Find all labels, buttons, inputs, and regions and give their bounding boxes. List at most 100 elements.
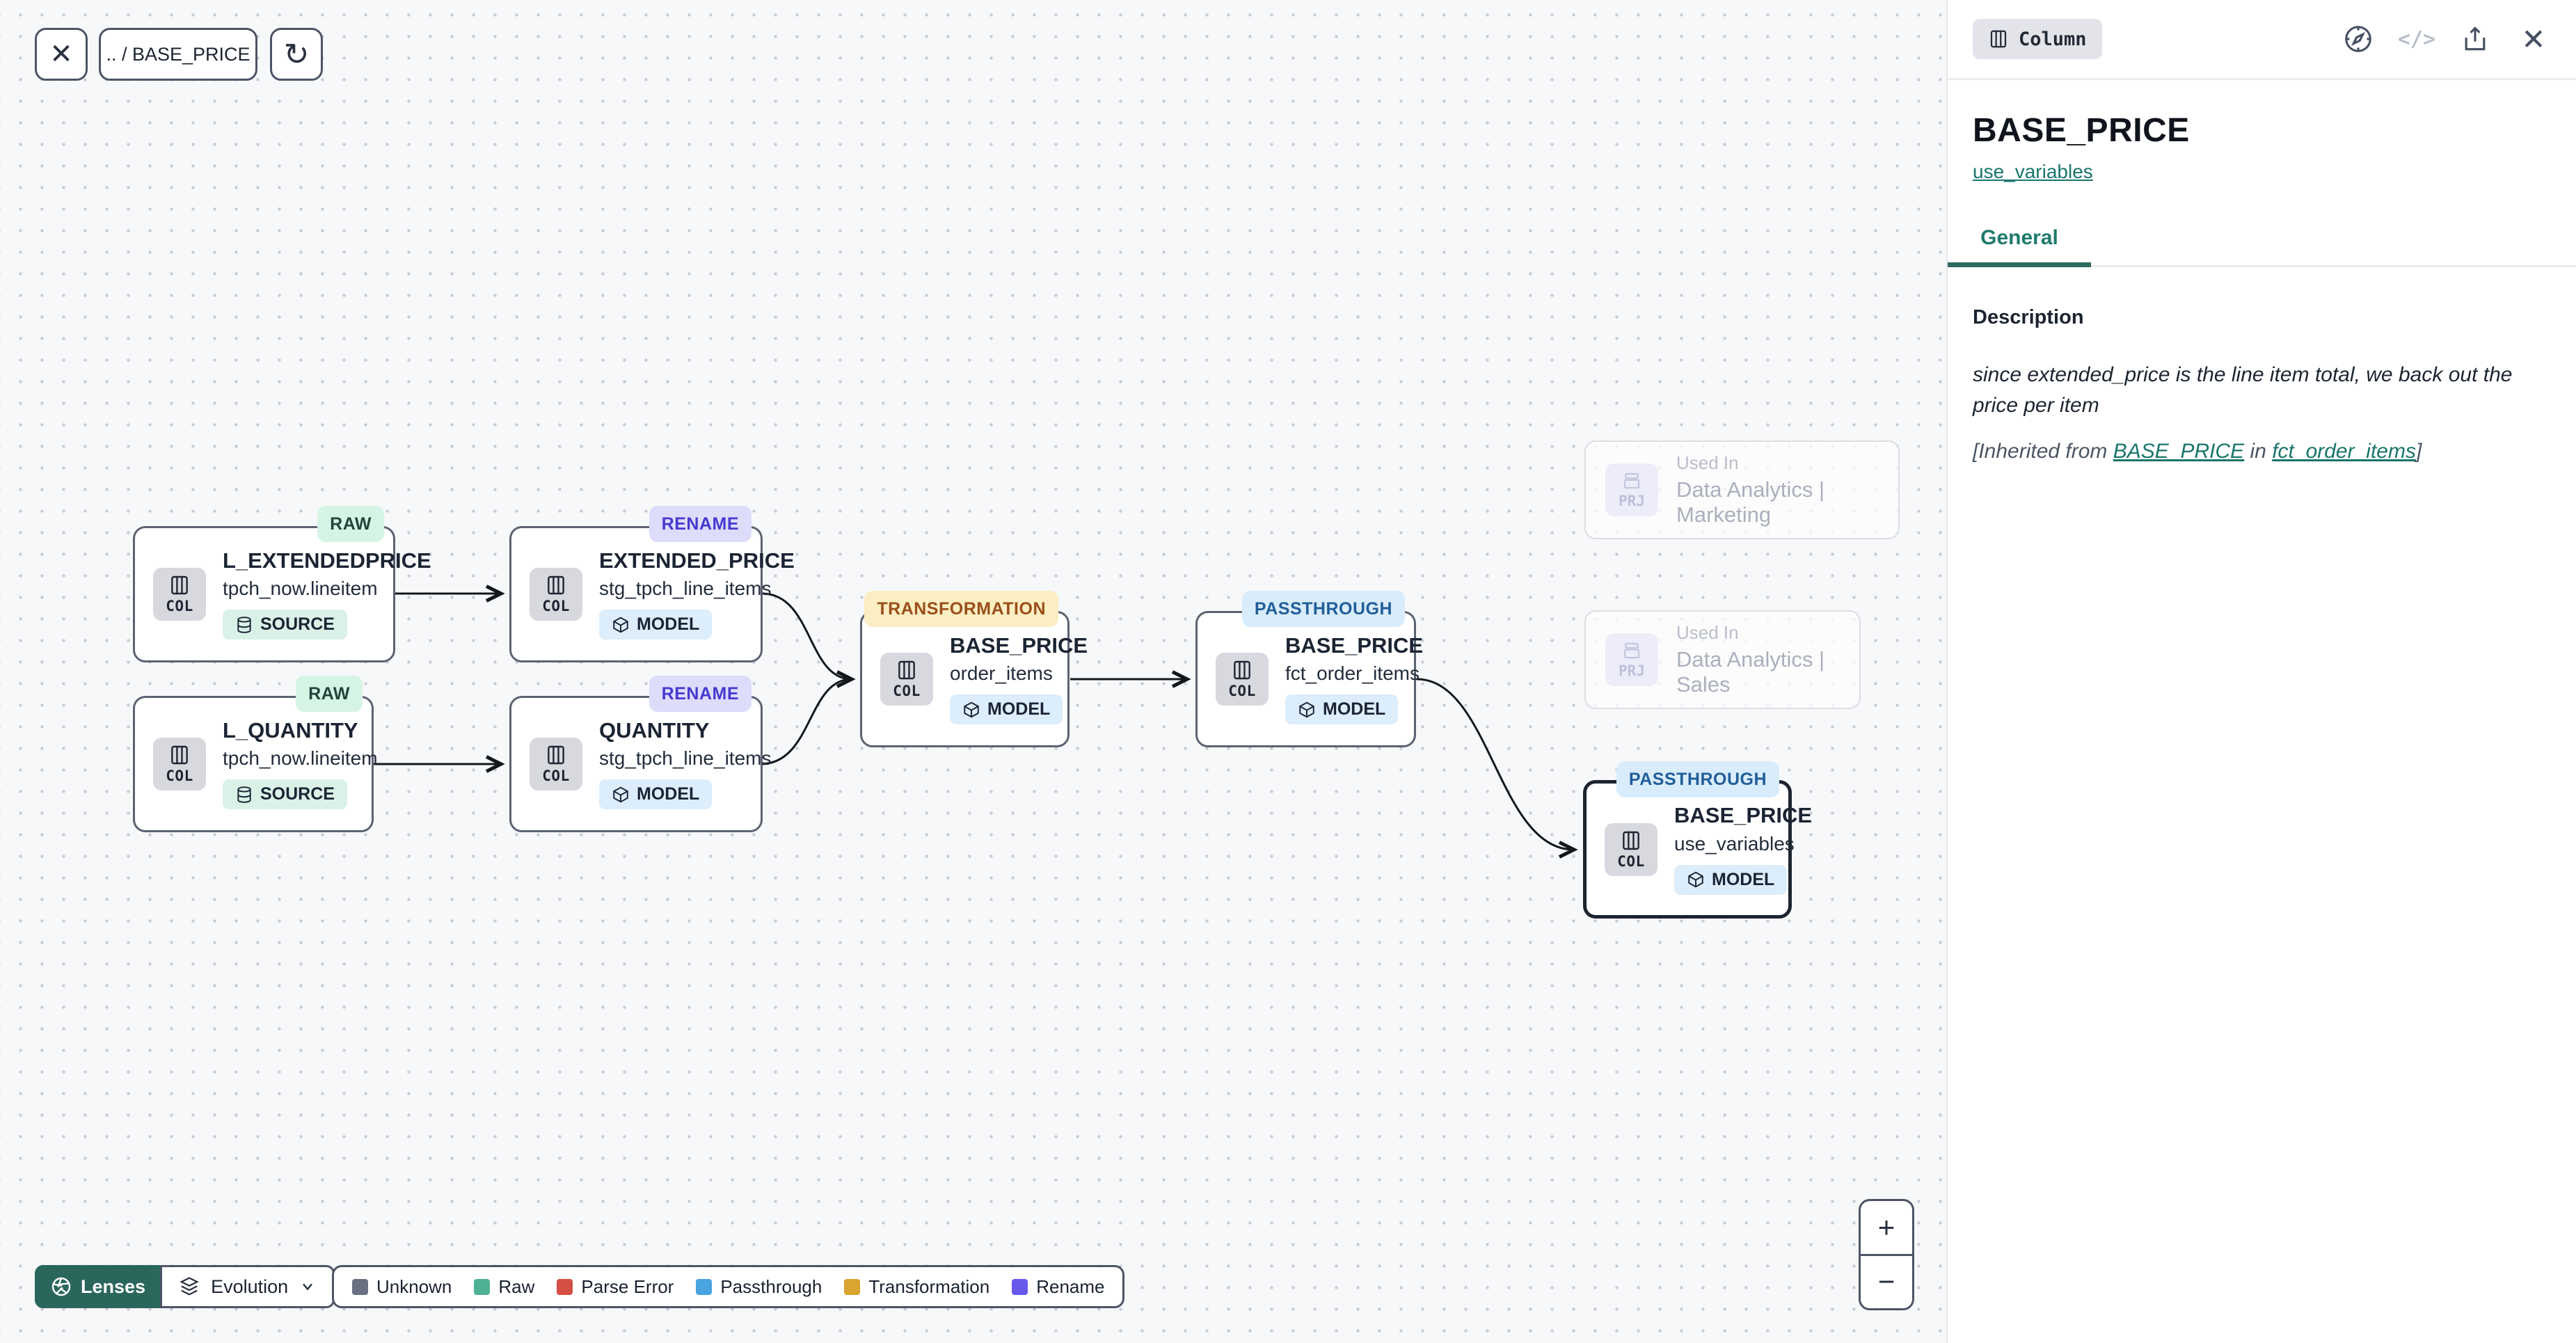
- compass-explore-icon[interactable]: [2341, 22, 2376, 56]
- node-subtitle: stg_tpch_line_items: [599, 747, 771, 770]
- breadcrumb-label: .. / BASE_PRICE: [106, 44, 250, 65]
- evolution-badge: RENAME: [649, 676, 752, 712]
- details-panel-header: Column </> ✕: [1948, 0, 2576, 80]
- legend-swatch: [1012, 1279, 1028, 1295]
- node-title: L_EXTENDEDPRICE: [223, 549, 431, 573]
- panel-tabs: General: [1948, 226, 2576, 267]
- evolution-badge: RAW: [317, 506, 384, 542]
- column-title: BASE_PRICE: [1973, 111, 2551, 150]
- node-subtitle: order_items: [950, 662, 1088, 685]
- legend-item: Raw: [474, 1276, 534, 1298]
- database-icon: [235, 616, 253, 634]
- inherited-model-link[interactable]: fct_order_items: [2272, 440, 2416, 463]
- legend-item: Passthrough: [696, 1276, 822, 1298]
- evolution-badge: RAW: [296, 676, 363, 712]
- legend-item: Rename: [1012, 1276, 1104, 1298]
- zoom-controls: + −: [1859, 1199, 1914, 1310]
- aperture-icon: [50, 1276, 72, 1298]
- legend-item: Parse Error: [557, 1276, 674, 1298]
- used-in-card-sales[interactable]: PRJ Used In Data Analytics | Sales: [1584, 610, 1861, 709]
- refresh-button[interactable]: ↻: [270, 28, 323, 81]
- column-icon: [168, 574, 191, 596]
- panel-close-icon[interactable]: ✕: [2516, 22, 2551, 56]
- node-subtitle: tpch_now.lineitem: [223, 747, 378, 770]
- share-export-icon[interactable]: [2458, 22, 2492, 56]
- used-in-card-marketing[interactable]: PRJ Used In Data Analytics | Marketing: [1584, 440, 1900, 539]
- zoom-in-button[interactable]: +: [1861, 1201, 1912, 1256]
- code-icon[interactable]: </>: [2399, 22, 2434, 56]
- lineage-canvas[interactable]: ✕ .. / BASE_PRICE ↻ RAW COL L_EXTENDEDPR…: [0, 0, 1946, 1343]
- legend-swatch: [844, 1279, 860, 1295]
- node-subtitle: tpch_now.lineitem: [223, 578, 431, 600]
- column-icon: [545, 744, 567, 766]
- legend-swatch: [557, 1279, 573, 1295]
- column-icon: [1620, 829, 1642, 852]
- node-title: BASE_PRICE: [1285, 634, 1423, 658]
- evolution-badge: PASSTHROUGH: [1616, 761, 1779, 797]
- source-pill: SOURCE: [223, 610, 347, 639]
- description-text: since extended_price is the line item to…: [1973, 360, 2543, 422]
- model-pill: MODEL: [1285, 694, 1398, 724]
- node-title: BASE_PRICE: [1674, 804, 1812, 827]
- lineage-node-quantity[interactable]: RENAME COL QUANTITY stg_tpch_line_items …: [509, 696, 763, 832]
- column-icon: [1988, 29, 2009, 49]
- zoom-out-button[interactable]: −: [1861, 1256, 1912, 1309]
- tab-general[interactable]: General: [1948, 226, 2091, 267]
- cube-icon: [612, 786, 630, 804]
- model-pill: MODEL: [599, 779, 712, 809]
- column-type-badge: COL: [1605, 823, 1657, 876]
- project-type-badge: PRJ: [1605, 633, 1658, 686]
- lenses-label: Lenses: [81, 1276, 145, 1298]
- lineage-node-base-price-order-items[interactable]: TRANSFORMATION COL BASE_PRICE order_item…: [860, 611, 1070, 747]
- column-icon: [545, 574, 567, 596]
- column-type-badge: COL: [530, 568, 582, 621]
- lineage-node-extended-price[interactable]: RENAME COL EXTENDED_PRICE stg_tpch_line_…: [509, 526, 763, 662]
- refresh-icon: ↻: [284, 37, 310, 72]
- evolution-badge: TRANSFORMATION: [864, 591, 1058, 627]
- close-icon: ✕: [49, 38, 73, 70]
- breadcrumb[interactable]: .. / BASE_PRICE: [99, 28, 257, 81]
- node-subtitle: stg_tpch_line_items: [599, 578, 795, 600]
- column-type-badge: COL: [153, 568, 206, 621]
- database-icon: [235, 786, 253, 804]
- lineage-node-base-price-fct-order-items[interactable]: PASSTHROUGH COL BASE_PRICE fct_order_ite…: [1195, 611, 1416, 747]
- close-lineage-button[interactable]: ✕: [35, 28, 88, 81]
- used-in-name: Data Analytics | Marketing: [1676, 477, 1879, 527]
- details-panel: Column </> ✕ BASE_PRICE use_variables Ge…: [1946, 0, 2576, 1343]
- legend-swatch: [696, 1279, 712, 1295]
- inherited-note: [Inherited from BASE_PRICE in fct_order_…: [1973, 440, 2551, 463]
- panel-header-icons: </> ✕: [2341, 22, 2551, 56]
- inherited-column-link[interactable]: BASE_PRICE: [2113, 440, 2244, 463]
- cube-icon: [612, 616, 630, 634]
- lineage-node-l-extendedprice[interactable]: RAW COL L_EXTENDEDPRICE tpch_now.lineite…: [133, 526, 395, 662]
- lens-mode-dropdown[interactable]: Evolution: [160, 1265, 335, 1308]
- cube-icon: [1687, 871, 1705, 889]
- column-icon: [896, 659, 918, 681]
- model-pill: MODEL: [599, 610, 712, 639]
- lineage-node-base-price-use-variables[interactable]: PASSTHROUGH COL BASE_PRICE use_variables…: [1583, 780, 1792, 919]
- chevron-down-icon: [299, 1278, 316, 1295]
- lenses-control-group: Lenses Evolution: [35, 1265, 335, 1308]
- archive-icon: [1621, 470, 1642, 491]
- source-pill: SOURCE: [223, 779, 347, 809]
- cube-icon: [962, 701, 980, 719]
- used-in-name: Data Analytics | Sales: [1676, 647, 1840, 697]
- legend-swatch: [474, 1279, 490, 1295]
- model-link[interactable]: use_variables: [1973, 161, 2093, 183]
- node-title: BASE_PRICE: [950, 634, 1088, 658]
- node-title: L_QUANTITY: [223, 719, 378, 742]
- evolution-legend: Unknown Raw Parse Error Passthrough Tran…: [332, 1265, 1124, 1308]
- layers-icon: [179, 1276, 200, 1297]
- used-in-label: Used In: [1676, 622, 1840, 644]
- lens-mode-label: Evolution: [211, 1276, 288, 1298]
- lenses-button[interactable]: Lenses: [35, 1265, 161, 1308]
- column-type-badge: COL: [153, 738, 206, 790]
- entity-type-badge: Column: [1973, 19, 2102, 59]
- model-pill: MODEL: [950, 694, 1063, 724]
- column-type-badge: COL: [1216, 653, 1269, 706]
- node-subtitle: fct_order_items: [1285, 662, 1423, 685]
- project-type-badge: PRJ: [1605, 463, 1658, 516]
- lineage-node-l-quantity[interactable]: RAW COL L_QUANTITY tpch_now.lineitem SOU…: [133, 696, 374, 832]
- legend-item: Unknown: [352, 1276, 452, 1298]
- node-subtitle: use_variables: [1674, 833, 1812, 855]
